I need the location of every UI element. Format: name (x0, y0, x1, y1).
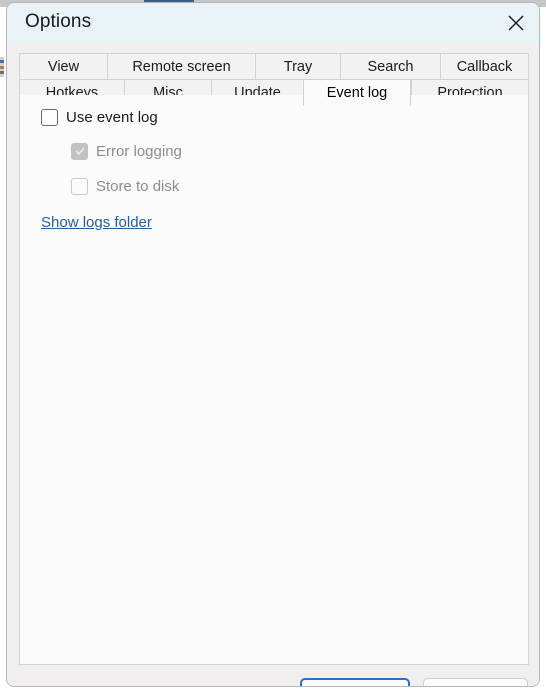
checkbox-row-use-event-log[interactable]: Use event log (41, 109, 158, 126)
tab-remote-screen[interactable]: Remote screen (107, 53, 255, 80)
checkbox-error-logging (71, 143, 88, 160)
background-window-left-sliver (0, 57, 4, 77)
checkbox-row-error-logging: Error logging (71, 143, 182, 160)
checkbox-label-use-event-log: Use event log (66, 109, 158, 126)
tab-search[interactable]: Search (340, 53, 440, 80)
tab-tray[interactable]: Tray (255, 53, 340, 80)
tab-row-1: View Remote screen Tray Search Callback (19, 53, 529, 80)
tab-event-log[interactable]: Event log (303, 79, 411, 106)
ok-button[interactable]: OK (300, 678, 410, 686)
cancel-button[interactable]: Cancel (423, 678, 528, 686)
checkbox-row-store-to-disk: Store to disk (71, 178, 179, 195)
tab-panel-event-log: Use event log Error logging Store to dis… (19, 95, 529, 665)
tab-callback[interactable]: Callback (440, 53, 529, 80)
tab-view[interactable]: View (19, 53, 107, 80)
checkbox-label-error-logging: Error logging (96, 143, 182, 160)
show-logs-folder-link[interactable]: Show logs folder (41, 214, 152, 231)
checkbox-store-to-disk (71, 178, 88, 195)
dialog-body: View Remote screen Tray Search Callback … (7, 43, 539, 686)
dialog-footer: OK Cancel (7, 665, 539, 686)
checkbox-label-store-to-disk: Store to disk (96, 178, 180, 195)
dialog-title: Options (25, 11, 92, 32)
options-dialog: Options View Remote screen Tray Search C… (6, 2, 540, 687)
checkbox-use-event-log[interactable] (41, 109, 58, 126)
dialog-titlebar: Options (7, 3, 539, 43)
close-icon[interactable] (493, 3, 539, 43)
